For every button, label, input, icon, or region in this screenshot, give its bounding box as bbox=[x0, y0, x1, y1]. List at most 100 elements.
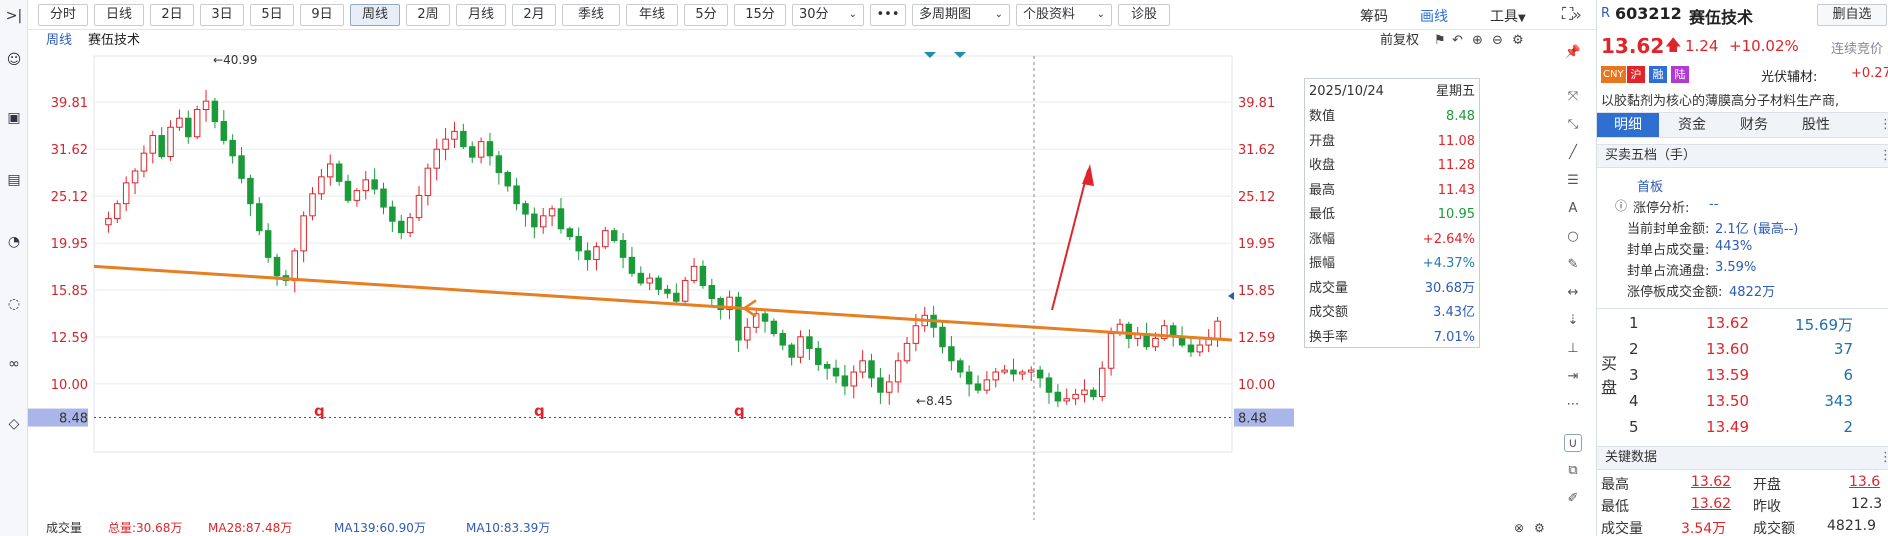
segment-icon[interactable]: ⤡ bbox=[1564, 116, 1582, 134]
link-icon[interactable]: ∞ bbox=[4, 354, 24, 374]
bid-row[interactable]: 2 13.60 37 bbox=[1597, 338, 1888, 362]
period-dropdown[interactable]: 30分 ⌄ bbox=[792, 4, 864, 26]
multi-period-dropdown[interactable]: 多周期图 ⌄ bbox=[912, 4, 1010, 26]
settings-icon[interactable]: ⚙ bbox=[1512, 30, 1524, 52]
panel-tab-bar: 明细 资金 财务 股性 ⋮ bbox=[1597, 112, 1888, 138]
divider bbox=[1597, 308, 1888, 309]
period-button[interactable]: 年线 bbox=[626, 4, 678, 26]
zoom-in-icon[interactable]: ⊕ bbox=[1472, 30, 1483, 52]
period-button[interactable]: 2月 bbox=[512, 4, 556, 26]
period-button[interactable]: 季线 bbox=[562, 4, 620, 26]
candle-body bbox=[1045, 377, 1053, 393]
chat-icon[interactable]: ◌ bbox=[4, 294, 24, 314]
monitor-chart-icon[interactable]: ▣ bbox=[4, 108, 24, 128]
channel-icon[interactable]: ☰ bbox=[1564, 172, 1582, 190]
period-button-active[interactable]: 周线 bbox=[350, 4, 400, 26]
candle-body bbox=[770, 320, 778, 335]
period-button[interactable]: 2周 bbox=[406, 4, 450, 26]
zoom-out-icon[interactable]: ⊖ bbox=[1492, 30, 1503, 52]
period-button[interactable]: 9日 bbox=[300, 4, 344, 26]
remove-favorite-button[interactable]: 删自选 bbox=[1817, 4, 1887, 26]
cursor-icon[interactable]: ⤧ bbox=[1564, 88, 1582, 106]
y-tick-label-left: 10.00 bbox=[51, 378, 88, 393]
line-icon[interactable]: ╱ bbox=[1564, 144, 1582, 162]
draw-button[interactable]: 画线 bbox=[1420, 6, 1448, 26]
adjust-label[interactable]: 前复权 bbox=[1380, 30, 1419, 52]
robot-icon[interactable]: ☺ bbox=[4, 50, 24, 70]
tooltip-row-value: 10.95 bbox=[1437, 207, 1475, 222]
pencil-icon[interactable]: ✎ bbox=[1564, 256, 1582, 274]
period-button[interactable]: 月线 bbox=[456, 4, 506, 26]
left-arrow-icon: ← bbox=[916, 394, 926, 408]
close-indicator-icon[interactable]: ⊗ bbox=[1514, 520, 1524, 536]
tooltip-row: 涨幅 +2.64% bbox=[1305, 227, 1481, 252]
candle-body bbox=[806, 336, 813, 349]
period-button[interactable]: 分时 bbox=[38, 4, 88, 26]
tab-detail[interactable]: 明细 bbox=[1597, 113, 1659, 137]
period-button[interactable]: 5日 bbox=[250, 4, 294, 26]
chips-button[interactable]: 筹码 bbox=[1360, 6, 1388, 26]
bid-row[interactable]: 1 13.62 15.69万 bbox=[1597, 312, 1888, 336]
tab-character[interactable]: 股性 bbox=[1787, 113, 1845, 137]
undo-icon[interactable]: ↶ bbox=[1452, 30, 1463, 52]
period-button[interactable]: 日线 bbox=[94, 4, 144, 26]
more-button[interactable]: ••• bbox=[870, 4, 906, 26]
diamond-icon[interactable]: ◇ bbox=[4, 414, 24, 434]
bid-row[interactable]: 4 13.50 343 bbox=[1597, 390, 1888, 414]
text-icon[interactable]: A bbox=[1564, 200, 1582, 218]
key-low-value: 13.62 bbox=[1691, 496, 1732, 512]
sector-label[interactable]: 光伏辅材: bbox=[1761, 66, 1817, 85]
measure-icon[interactable]: ↔ bbox=[1564, 284, 1582, 302]
candle-body bbox=[832, 367, 840, 377]
candle-body bbox=[522, 203, 529, 215]
volume-indicator-bar: 成交量 总量:30.68万 MA28:87.48万 MA139:60.90万 M… bbox=[28, 520, 1583, 536]
stock-info-dropdown[interactable]: 个股资料 ⌄ bbox=[1016, 4, 1112, 26]
drawing-tools-bar: 📌 ⤧ ⤡ ╱ ☰ A ○ ✎ ↔ ⇣ ⊥ ⇥ ⋯ ∪ ⧉ ✐ bbox=[1560, 30, 1586, 536]
annotation-arrow-line bbox=[1051, 169, 1089, 311]
q-marker: q bbox=[734, 402, 745, 420]
candle-body bbox=[974, 383, 982, 391]
candle-body bbox=[291, 250, 299, 282]
tools-dropdown[interactable]: 工具▼ bbox=[1490, 6, 1526, 26]
candle-body bbox=[779, 333, 787, 346]
candle-body bbox=[424, 167, 432, 196]
candle-body bbox=[495, 155, 503, 173]
dial-icon[interactable]: ◔ bbox=[4, 232, 24, 252]
tooltip-row-value: +2.64% bbox=[1422, 231, 1475, 247]
period-button[interactable]: 5分 bbox=[684, 4, 728, 26]
pin-icon[interactable]: 📌 bbox=[1564, 44, 1582, 62]
period-button[interactable]: 3日 bbox=[200, 4, 244, 26]
bid-row[interactable]: 5 13.49 2 bbox=[1597, 416, 1888, 440]
bid-row[interactable]: 3 13.59 6 bbox=[1597, 364, 1888, 388]
tooltip-row-value: 30.68万 bbox=[1424, 280, 1475, 296]
candle-body bbox=[939, 326, 946, 348]
tab-finance[interactable]: 财务 bbox=[1725, 113, 1783, 137]
period-button[interactable]: 15分 bbox=[734, 4, 786, 26]
period-button[interactable]: 2日 bbox=[150, 4, 194, 26]
panel-menu-icon[interactable]: ⋮ bbox=[1879, 113, 1888, 137]
magnet-icon[interactable]: ∪ bbox=[1564, 434, 1582, 452]
chart-subheader: 周线 赛伍技术 前复权 ⚑ ↶ ⊕ ⊖ ⚙ bbox=[28, 30, 1583, 52]
expand-icon[interactable]: >| bbox=[4, 6, 24, 26]
edit-icon[interactable]: ✐ bbox=[1564, 490, 1582, 508]
collapse-panel-icon[interactable]: » bbox=[1572, 5, 1582, 24]
y-tick-label-left: 12.59 bbox=[51, 331, 88, 346]
copy-icon[interactable]: ⧉ bbox=[1564, 462, 1582, 480]
candle-body bbox=[433, 148, 440, 169]
bid-price: 13.50 bbox=[1706, 392, 1749, 410]
more-tools-icon[interactable]: ⋯ bbox=[1564, 396, 1582, 414]
volume-label: 成交量 bbox=[46, 521, 83, 535]
price-level-icon[interactable]: ⊥ bbox=[1564, 340, 1582, 358]
range-icon[interactable]: ⇥ bbox=[1564, 368, 1582, 386]
candle-body bbox=[823, 363, 831, 369]
circle-icon[interactable]: ○ bbox=[1564, 228, 1582, 246]
document-icon[interactable]: ▤ bbox=[4, 170, 24, 190]
tab-funds[interactable]: 资金 bbox=[1663, 113, 1721, 137]
diagnose-button[interactable]: 诊股 bbox=[1118, 4, 1170, 26]
section-menu-icon[interactable]: ⋮ bbox=[1879, 447, 1888, 469]
indicator-settings-icon[interactable]: ⚙ bbox=[1534, 520, 1545, 536]
section-menu-icon[interactable]: ⋮ bbox=[1879, 145, 1888, 167]
bookmark-icon[interactable]: ⚑ bbox=[1434, 30, 1446, 52]
marker-icon[interactable]: ⇣ bbox=[1564, 312, 1582, 330]
limit-item-label: 封单占流通盘: bbox=[1627, 264, 1710, 279]
